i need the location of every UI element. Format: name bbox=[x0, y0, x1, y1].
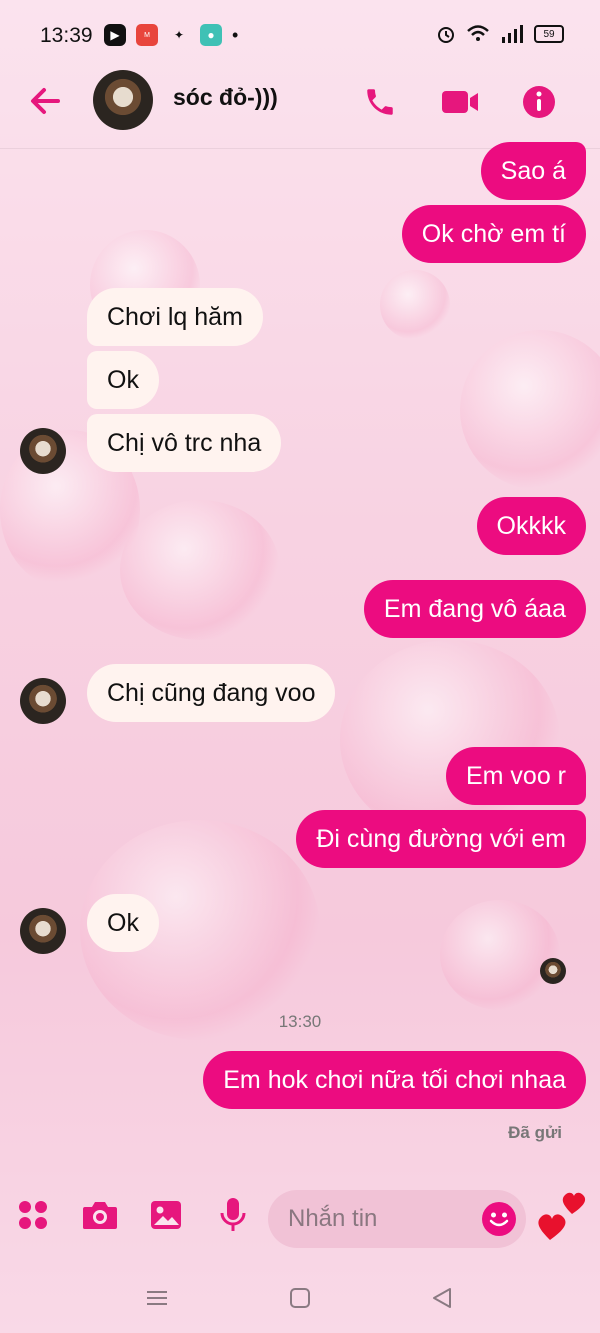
more-notifications-dot: • bbox=[232, 24, 239, 45]
video-icon[interactable] bbox=[438, 82, 482, 122]
message-bubble-out[interactable]: Okkkk bbox=[476, 497, 586, 555]
sender-avatar[interactable] bbox=[20, 908, 66, 954]
battery-indicator: 59 bbox=[534, 25, 564, 43]
status-bar: 13:39 ▶ M ✦ ● • 59 bbox=[0, 0, 600, 70]
status-time: 13:39 bbox=[40, 24, 93, 47]
message-bubble-out[interactable]: Ok chờ em tí bbox=[401, 205, 586, 263]
seen-avatar bbox=[540, 958, 566, 984]
message-input[interactable]: Nhắn tin bbox=[268, 1190, 526, 1248]
info-icon[interactable] bbox=[519, 82, 559, 122]
message-bubble-out[interactable]: Em hok chơi nữa tối chơi nhaa bbox=[203, 1051, 586, 1109]
recent-apps-icon[interactable] bbox=[143, 1284, 171, 1312]
notification-icons: ▶ M ✦ ● • bbox=[104, 24, 238, 46]
message-bubble-out[interactable]: Đi cùng đường với em bbox=[296, 810, 586, 868]
alarm-icon bbox=[438, 27, 454, 43]
message-composer: Nhắn tin bbox=[0, 1180, 600, 1260]
message-bubble-in[interactable]: Chị vô trc nha bbox=[87, 414, 282, 472]
contact-avatar[interactable] bbox=[93, 70, 153, 130]
camera-icon[interactable] bbox=[79, 1194, 121, 1236]
chat-header: sóc đỏ-))) bbox=[0, 70, 600, 149]
sent-status: Đã gửi bbox=[508, 1123, 562, 1142]
phone-icon[interactable] bbox=[360, 82, 400, 122]
message-bubble-out[interactable]: Em voo r bbox=[445, 747, 586, 805]
youtube-icon: ▶ bbox=[104, 24, 126, 46]
status-right: 59 bbox=[436, 24, 564, 44]
vpn-icon: ✦ bbox=[173, 28, 185, 42]
app-icon: ● bbox=[200, 24, 222, 46]
sender-avatar[interactable] bbox=[20, 678, 66, 724]
mangatoon-icon: M bbox=[136, 24, 158, 46]
message-bubble-out[interactable]: Em đang vô áaa bbox=[363, 580, 586, 638]
message-bubble-out[interactable]: Sao á bbox=[480, 142, 586, 200]
message-bubble-in[interactable]: Ok bbox=[87, 894, 159, 952]
sender-avatar[interactable] bbox=[20, 428, 66, 474]
menu-dots-icon[interactable] bbox=[12, 1194, 54, 1236]
message-bubble-in[interactable]: Ok bbox=[87, 351, 159, 409]
message-bubble-in[interactable]: Chơi lq hăm bbox=[87, 288, 263, 346]
message-timestamp: 13:30 bbox=[278, 1012, 322, 1031]
mic-icon[interactable] bbox=[212, 1194, 254, 1236]
home-icon[interactable] bbox=[286, 1284, 314, 1312]
signal-icon bbox=[502, 25, 523, 43]
back-nav-icon[interactable] bbox=[428, 1284, 456, 1312]
message-bubble-in[interactable]: Chị cũng đang voo bbox=[87, 664, 336, 722]
system-navigation-bar bbox=[0, 1270, 600, 1330]
wifi-icon bbox=[467, 25, 489, 41]
image-icon[interactable] bbox=[145, 1194, 187, 1236]
emoji-icon[interactable] bbox=[482, 1202, 516, 1236]
contact-name[interactable]: sóc đỏ-))) bbox=[173, 84, 278, 111]
hearts-icon[interactable] bbox=[532, 1184, 588, 1244]
message-input-placeholder: Nhắn tin bbox=[288, 1205, 378, 1232]
back-arrow-icon[interactable] bbox=[28, 84, 68, 124]
